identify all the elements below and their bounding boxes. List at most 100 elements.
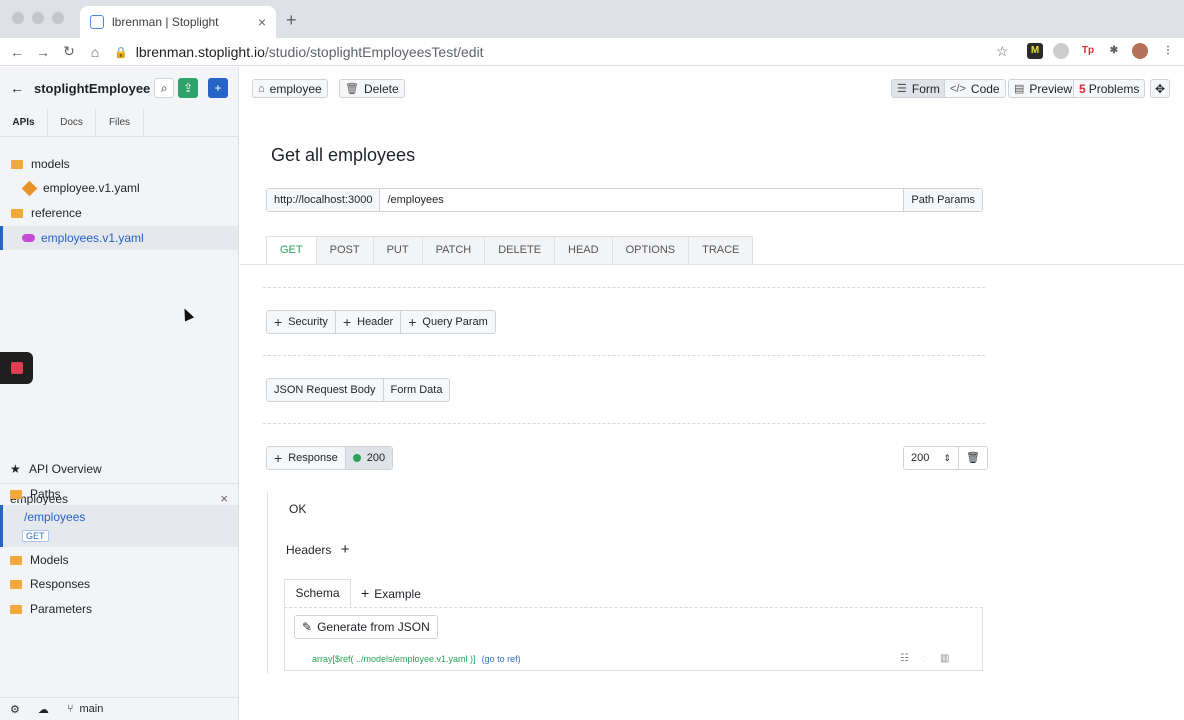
extensions-puzzle-icon[interactable]: ✱ <box>1106 43 1122 59</box>
tag-icon: ⌂ <box>258 82 265 95</box>
operation-title[interactable]: Get all employees <box>271 145 415 166</box>
problems-button[interactable]: 5 Problems <box>1073 79 1146 98</box>
close-window-button[interactable] <box>12 12 24 24</box>
path-input[interactable]: /employees <box>380 189 903 211</box>
add-header-plus-icon[interactable]: + <box>341 541 350 558</box>
tab-delete[interactable]: DELETE <box>485 236 556 265</box>
tab-close-icon[interactable]: × <box>258 14 266 30</box>
new-tab-button[interactable]: + <box>286 10 297 31</box>
tab-files[interactable]: Files <box>96 109 144 136</box>
list-view-icon[interactable]: ☷ <box>900 653 909 664</box>
add-header-button[interactable]: + Header <box>336 311 402 333</box>
server-select[interactable]: http://localhost:3000 <box>267 189 381 211</box>
response-code: 200 <box>366 452 386 464</box>
button-label: Response <box>288 452 338 464</box>
response-description[interactable]: OK <box>289 502 306 516</box>
search-button[interactable]: ⌕ <box>154 78 175 98</box>
tab-patch[interactable]: PATCH <box>422 236 486 265</box>
schema-ref-text: array[$ref( ../models/employee.v1.yaml )… <box>312 654 476 664</box>
tab-schema[interactable]: Schema <box>284 579 351 607</box>
delete-button[interactable]: 🗑 Delete <box>339 79 405 98</box>
browser-menu-icon[interactable]: ⋮ <box>1160 43 1176 59</box>
back-button[interactable]: ← <box>6 44 28 60</box>
bookmark-star-icon[interactable]: ☆ <box>996 43 1009 60</box>
form-label: Form <box>911 81 940 96</box>
plus-icon: + <box>274 314 283 330</box>
form-data-button[interactable]: Form Data <box>384 379 450 401</box>
book-icon[interactable]: ▥ <box>940 653 949 664</box>
button-label: Query Param <box>422 316 488 328</box>
folder-icon <box>10 579 22 589</box>
extension-tp-icon[interactable]: Tp <box>1080 43 1096 59</box>
tab-put[interactable]: PUT <box>373 236 423 265</box>
add-security-button[interactable]: + Security <box>267 311 336 333</box>
api-icon <box>22 234 35 242</box>
trash-icon: 🗑 <box>345 83 359 95</box>
overview-item-models[interactable]: Models <box>0 548 238 572</box>
tree-item-reference[interactable]: reference <box>0 201 238 225</box>
move-button[interactable]: ✥ <box>1150 79 1171 98</box>
back-arrow-icon[interactable]: ← <box>10 80 24 96</box>
add-button[interactable]: + <box>208 78 229 98</box>
circle-icon[interactable]: ◌ <box>921 653 927 664</box>
sync-icon[interactable]: ☁ <box>38 703 49 716</box>
extension-circle-icon[interactable] <box>1053 43 1069 59</box>
tree-item-employee-model[interactable]: employee.v1.yaml <box>0 176 238 200</box>
extension-m-icon[interactable]: M <box>1027 43 1043 59</box>
tab-trace[interactable]: TRACE <box>689 236 754 265</box>
overview-item-api-overview[interactable]: ★ API Overview <box>0 457 238 481</box>
overview-item-responses[interactable]: Responses <box>0 572 238 596</box>
tree-item-employees-api[interactable]: employees.v1.yaml <box>0 226 238 250</box>
url-text: lbrenman.stoplight.io/studio/stoplightEm… <box>136 44 484 60</box>
button-label: Header <box>357 316 394 328</box>
magic-wand-icon: ✎ <box>302 620 313 634</box>
tab-options[interactable]: OPTIONS <box>612 236 690 265</box>
tag-button[interactable]: ⌂ employee <box>252 79 328 98</box>
code-view-button[interactable]: </> Code <box>944 79 1006 98</box>
zoom-window-button[interactable] <box>52 12 64 24</box>
response-buttons: + Response 200 <box>266 446 394 470</box>
status-code-value: 200 <box>911 452 930 464</box>
home-button[interactable]: ⌂ <box>84 44 106 60</box>
mouse-cursor <box>179 306 195 322</box>
delete-response-button[interactable]: 🗑 <box>959 447 987 469</box>
go-to-ref-link[interactable]: (go to ref) <box>482 654 521 664</box>
tree-item-models[interactable]: models <box>0 152 238 176</box>
preview-button[interactable]: ▤ Preview <box>1008 79 1079 98</box>
add-response-button[interactable]: + Response <box>267 447 346 469</box>
overview-item-label: Models <box>30 553 69 567</box>
settings-gear-icon[interactable]: ⚙ <box>10 703 20 716</box>
stop-icon <box>10 362 23 374</box>
minimize-window-button[interactable] <box>32 12 44 24</box>
overview-item-parameters[interactable]: Parameters <box>0 597 238 621</box>
list-icon: ☰ <box>897 83 907 95</box>
overview-item-paths[interactable]: Paths <box>0 482 238 506</box>
preview-label: Preview <box>1029 81 1073 96</box>
browser-toolbar: ← → ↻ ⌂ 🔒 lbrenman.stoplight.io/studio/s… <box>0 38 1184 66</box>
tab-docs[interactable]: Docs <box>48 109 96 136</box>
section-divider <box>263 287 985 288</box>
tab-example[interactable]: + Example <box>361 585 421 601</box>
json-request-body-button[interactable]: JSON Request Body <box>267 379 384 401</box>
form-view-button[interactable]: ☰ Form <box>891 79 946 98</box>
branch-name[interactable]: main <box>79 703 103 715</box>
tab-head[interactable]: HEAD <box>555 236 613 265</box>
section-divider <box>263 355 985 356</box>
generate-from-json-button[interactable]: ✎ Generate from JSON <box>294 615 438 639</box>
add-query-param-button[interactable]: + Query Param <box>401 311 495 333</box>
publish-button[interactable]: ⇪ <box>178 78 199 98</box>
response-200-tab[interactable]: 200 <box>345 447 393 469</box>
status-code-select[interactable]: 200 ⇕ <box>904 447 959 469</box>
reload-button[interactable]: ↻ <box>58 43 80 60</box>
path-params-button[interactable]: Path Params <box>903 189 982 211</box>
address-bar[interactable]: 🔒 lbrenman.stoplight.io/studio/stoplight… <box>114 39 1018 65</box>
forward-button[interactable]: → <box>32 44 54 60</box>
tab-get[interactable]: GET <box>266 236 317 265</box>
profile-avatar[interactable] <box>1132 43 1148 59</box>
tab-post[interactable]: POST <box>316 236 374 265</box>
browser-tab[interactable]: lbrenman | Stoplight × <box>80 6 276 38</box>
problems-count: 5 <box>1079 81 1086 96</box>
tab-apis[interactable]: APIs <box>0 109 48 136</box>
folder-icon <box>10 489 22 499</box>
stop-recording-button[interactable] <box>0 352 33 384</box>
